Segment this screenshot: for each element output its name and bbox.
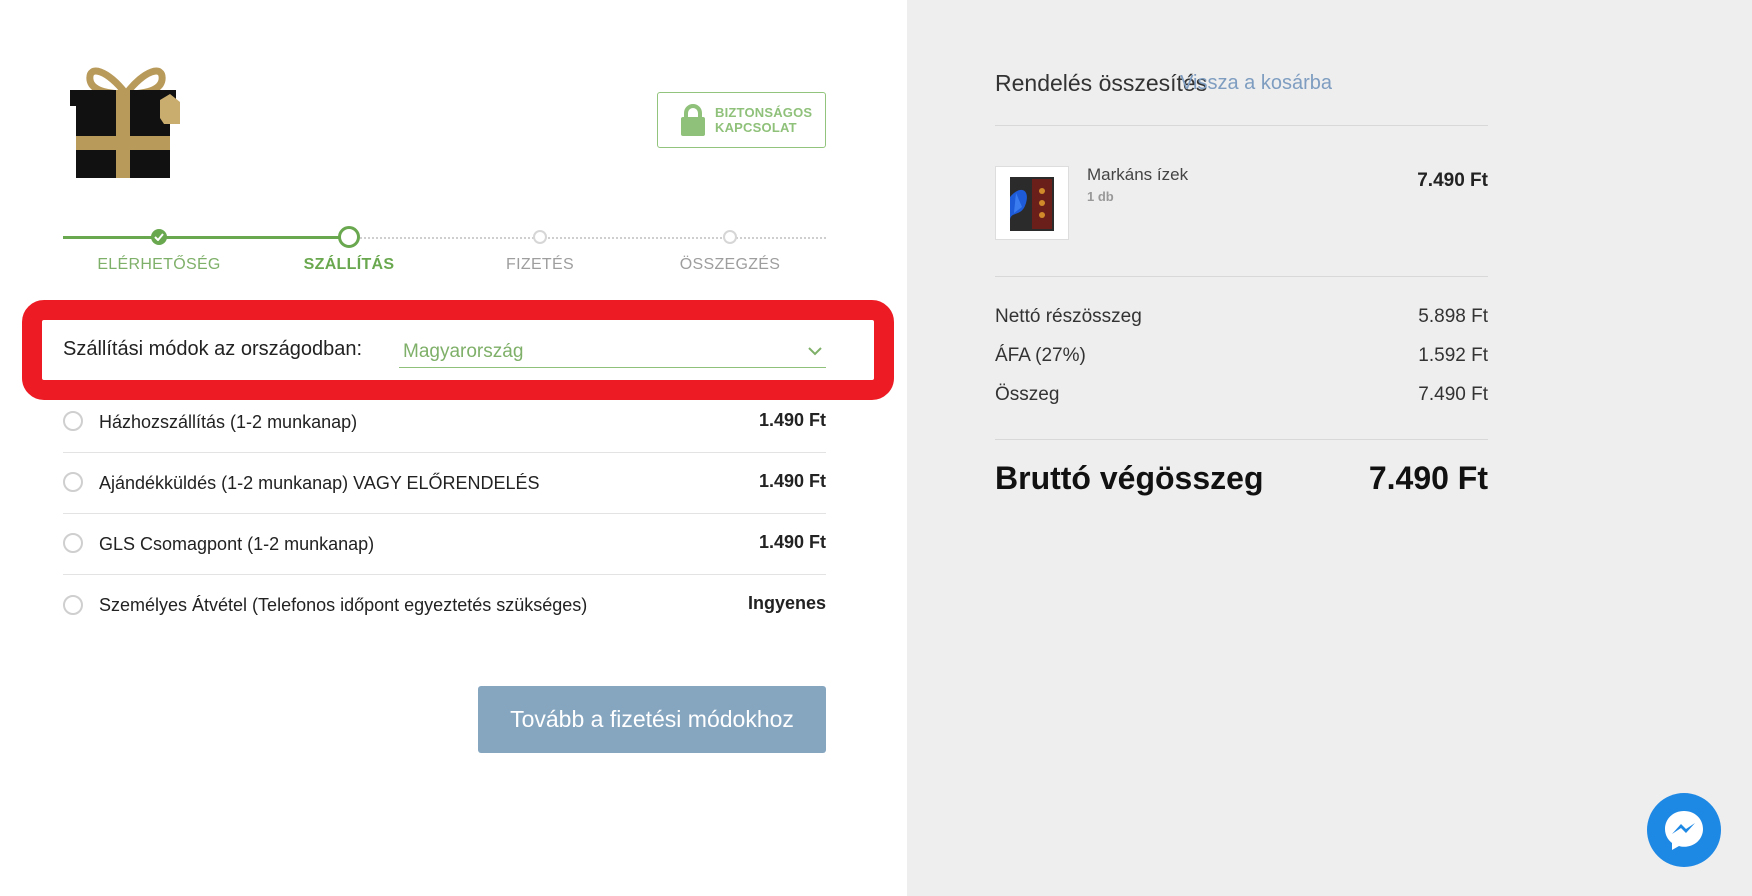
summary-row-label: ÁFA (27%) <box>995 345 1086 366</box>
gross-total: Bruttó végösszeg 7.490 Ft <box>995 460 1488 497</box>
checkout-panel: BIZTONSÁGOS KAPCSOLAT ELÉRHETŐSÉG SZÁLLÍ… <box>0 0 907 896</box>
country-select-value: Magyarország <box>403 340 524 362</box>
summary-row-value: 5.898 Ft <box>1418 306 1488 327</box>
gross-total-value: 7.490 Ft <box>1368 460 1488 496</box>
checkout-progress: ELÉRHETŐSÉG SZÁLLÍTÁS FIZETÉS ÖSSZEGZÉS <box>63 222 826 282</box>
shipping-country-label: Szállítási módok az országodban: <box>63 338 363 360</box>
step-node-contact[interactable] <box>151 229 167 245</box>
lock-icon <box>681 104 705 136</box>
divider <box>995 439 1488 440</box>
shipping-option-name: Házhozszállítás (1-2 munkanap) <box>99 411 358 432</box>
product-price: 7.490 Ft <box>1417 170 1488 191</box>
shipping-option-price: 1.490 Ft <box>758 531 826 552</box>
step-node-payment <box>533 230 547 244</box>
secure-connection-badge: BIZTONSÁGOS KAPCSOLAT <box>657 92 826 148</box>
divider <box>995 125 1488 126</box>
shipping-option-name: Ajándékküldés (1-2 munkanap) VAGY ELŐREN… <box>99 472 540 493</box>
progress-track-todo <box>349 237 826 239</box>
shipping-option-pickup[interactable]: Személyes Átvétel (Telefonos időpont egy… <box>63 575 826 636</box>
step-label-contact[interactable]: ELÉRHETŐSÉG <box>97 256 220 274</box>
shipping-option-name: Személyes Átvétel (Telefonos időpont egy… <box>99 595 588 615</box>
shipping-option-price: 1.490 Ft <box>758 409 826 430</box>
secure-line-2: KAPCSOLAT <box>715 120 797 135</box>
summary-row-label: Nettó részösszeg <box>995 306 1142 327</box>
chevron-down-icon <box>808 347 822 356</box>
gross-total-label: Bruttó végösszeg <box>995 460 1264 496</box>
shipping-options-list: Házhozszállítás (1-2 munkanap) 1.490 Ft … <box>63 392 826 636</box>
continue-to-payment-button[interactable]: Tovább a fizetési módokhoz <box>478 686 826 753</box>
secure-line-1: BIZTONSÁGOS <box>715 105 813 120</box>
summary-row-sum: Összeg 7.490 Ft <box>995 384 1488 406</box>
shipping-option-gls[interactable]: GLS Csomagpont (1-2 munkanap) 1.490 Ft <box>63 514 826 575</box>
radio-button[interactable] <box>63 472 83 492</box>
shipping-option-name: GLS Csomagpont (1-2 munkanap) <box>99 533 375 554</box>
messenger-icon <box>1665 811 1703 850</box>
gift-box-icon[interactable] <box>68 60 184 178</box>
product-quantity: 1 db <box>1087 189 1114 204</box>
order-summary-title: Rendelés összesítés <box>995 70 1208 96</box>
summary-row-net: Nettó részösszeg 5.898 Ft <box>995 306 1488 328</box>
back-to-cart-link[interactable]: Vissza a kosárba <box>1180 72 1332 95</box>
step-label-summary: ÖSSZEGZÉS <box>679 256 781 273</box>
product-image-icon <box>1010 177 1054 231</box>
summary-row-value: 1.592 Ft <box>1418 345 1488 366</box>
summary-row-vat: ÁFA (27%) 1.592 Ft <box>995 345 1488 367</box>
step-label-payment: FIZETÉS <box>506 256 574 273</box>
summary-row-value: 7.490 Ft <box>1418 384 1488 405</box>
progress-track-done <box>63 236 349 239</box>
radio-button[interactable] <box>63 533 83 553</box>
messenger-chat-button[interactable] <box>1647 793 1721 867</box>
radio-button[interactable] <box>63 411 83 431</box>
product-thumbnail <box>995 166 1069 240</box>
shipping-option-home[interactable]: Házhozszállítás (1-2 munkanap) 1.490 Ft <box>63 392 826 453</box>
check-icon <box>154 233 164 241</box>
step-node-summary <box>723 230 737 244</box>
step-label-shipping: SZÁLLÍTÁS <box>303 256 395 273</box>
summary-row-label: Összeg <box>995 384 1060 405</box>
divider <box>995 276 1488 277</box>
radio-button[interactable] <box>63 594 83 615</box>
order-summary-panel: Rendelés összesítés Vissza a kosárba Mar… <box>907 0 1752 896</box>
secure-connection-text: BIZTONSÁGOS KAPCSOLAT <box>715 105 812 135</box>
step-node-shipping <box>338 226 360 248</box>
shipping-option-price: Ingyenes <box>747 593 826 613</box>
country-select[interactable]: Magyarország <box>399 336 826 368</box>
shipping-option-price: 1.490 Ft <box>758 470 826 491</box>
shipping-option-gift[interactable]: Ajándékküldés (1-2 munkanap) VAGY ELŐREN… <box>63 453 826 514</box>
product-name: Markáns ízek <box>1087 165 1189 184</box>
